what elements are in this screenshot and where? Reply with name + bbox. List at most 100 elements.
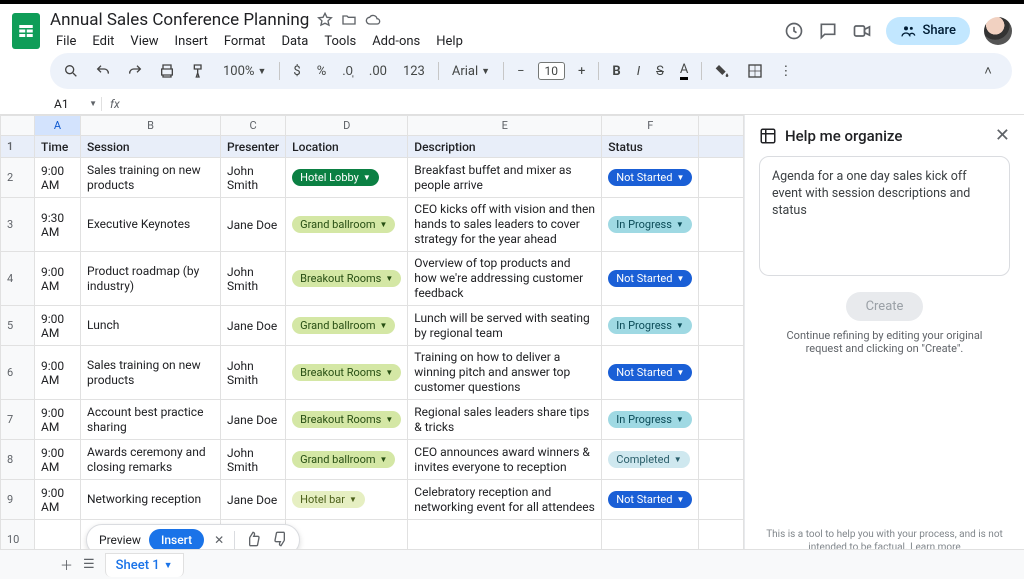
menu-data[interactable]: Data: [275, 32, 314, 51]
cell-location[interactable]: Grand ballroom ▼: [286, 306, 408, 346]
search-menus-icon[interactable]: [60, 61, 82, 81]
cell-presenter[interactable]: John Smith: [221, 440, 286, 480]
table-header-row[interactable]: 1 Time Session Presenter Location Descri…: [1, 136, 744, 158]
menu-edit[interactable]: Edit: [86, 32, 120, 51]
row-number[interactable]: 3: [1, 198, 35, 252]
menu-tools[interactable]: Tools: [318, 32, 362, 51]
cell-presenter[interactable]: Jane Doe: [221, 480, 286, 520]
row-number[interactable]: 4: [1, 252, 35, 306]
cell-presenter[interactable]: John Smith: [221, 346, 286, 400]
menu-help[interactable]: Help: [430, 32, 469, 51]
cell-session[interactable]: Product roadmap (by industry): [81, 252, 221, 306]
hdr-status[interactable]: Status: [602, 136, 699, 158]
cell-status[interactable]: In Progress ▼: [602, 198, 699, 252]
undo-icon[interactable]: [92, 61, 114, 81]
location-chip[interactable]: Hotel bar ▼: [292, 491, 365, 508]
status-chip[interactable]: Not Started ▼: [608, 491, 692, 508]
sheets-logo[interactable]: [12, 13, 40, 49]
cell-status[interactable]: In Progress ▼: [602, 306, 699, 346]
row-number[interactable]: 9: [1, 480, 35, 520]
hdr-presenter[interactable]: Presenter: [221, 136, 286, 158]
location-chip[interactable]: Grand ballroom ▼: [292, 451, 395, 468]
cell-description[interactable]: Overview of top products and how we're a…: [408, 252, 602, 306]
cell-time[interactable]: 9:00 AM: [35, 480, 81, 520]
col-header-D[interactable]: D: [286, 116, 408, 136]
share-button[interactable]: Share: [886, 17, 970, 45]
table-row[interactable]: 59:00 AMLunchJane DoeGrand ballroom ▼Lun…: [1, 306, 744, 346]
cell-location[interactable]: Breakout Rooms ▼: [286, 400, 408, 440]
thumbs-down-icon[interactable]: [271, 531, 291, 550]
row-number[interactable]: 6: [1, 346, 35, 400]
add-sheet-icon[interactable]: ＋: [60, 555, 73, 574]
location-chip[interactable]: Hotel Lobby ▼: [292, 169, 379, 186]
italic-icon[interactable]: I: [634, 62, 643, 81]
cell-description[interactable]: CEO kicks off with vision and then hands…: [408, 198, 602, 252]
text-color-icon[interactable]: A: [677, 60, 691, 82]
table-row[interactable]: 99:00 AMNetworking receptionJane DoeHote…: [1, 480, 744, 520]
cell-session[interactable]: Account best practice sharing: [81, 400, 221, 440]
hdr-session[interactable]: Session: [81, 136, 221, 158]
meet-icon[interactable]: [852, 21, 872, 41]
cell-time[interactable]: 9:00 AM: [35, 158, 81, 198]
location-chip[interactable]: Breakout Rooms ▼: [292, 364, 401, 381]
table-row[interactable]: 39:30 AMExecutive KeynotesJane DoeGrand …: [1, 198, 744, 252]
percent-icon[interactable]: %: [314, 62, 330, 81]
table-row[interactable]: 29:00 AMSales training on new productsJo…: [1, 158, 744, 198]
table-row[interactable]: 49:00 AMProduct roadmap (by industry)Joh…: [1, 252, 744, 306]
collapse-toolbar-icon[interactable]: ˄: [974, 57, 1002, 85]
menu-addons[interactable]: Add-ons: [366, 32, 426, 51]
col-header-C[interactable]: C: [221, 116, 286, 136]
cell-location[interactable]: Hotel Lobby ▼: [286, 158, 408, 198]
cell-location[interactable]: Breakout Rooms ▼: [286, 346, 408, 400]
preview-button[interactable]: Preview: [99, 533, 141, 547]
more-toolbar-icon[interactable]: ⋮: [776, 62, 795, 81]
cell-presenter[interactable]: John Smith: [221, 158, 286, 198]
redo-icon[interactable]: [124, 61, 146, 81]
status-chip[interactable]: Not Started ▼: [608, 169, 692, 186]
cell-description[interactable]: Regional sales leaders share tips & tric…: [408, 400, 602, 440]
close-suggestion-icon[interactable]: ✕: [212, 533, 226, 547]
menu-view[interactable]: View: [124, 32, 164, 51]
cloud-icon[interactable]: [365, 12, 381, 28]
strikethrough-icon[interactable]: S: [653, 62, 667, 81]
location-chip[interactable]: Breakout Rooms ▼: [292, 411, 401, 428]
font-size-input[interactable]: 10: [538, 62, 566, 80]
cell-description[interactable]: Breakfast buffet and mixer as people arr…: [408, 158, 602, 198]
close-panel-icon[interactable]: ✕: [995, 125, 1010, 146]
hdr-description[interactable]: Description: [408, 136, 602, 158]
cell-presenter[interactable]: John Smith: [221, 252, 286, 306]
status-chip[interactable]: In Progress ▼: [608, 317, 692, 334]
status-chip[interactable]: Not Started ▼: [608, 270, 692, 287]
name-box[interactable]: A1 ▼: [50, 97, 102, 111]
font-size-decrease[interactable]: −: [514, 62, 527, 81]
account-avatar[interactable]: [984, 17, 1012, 45]
all-sheets-icon[interactable]: ☰: [83, 557, 95, 572]
cell-time[interactable]: 9:00 AM: [35, 252, 81, 306]
prompt-textarea[interactable]: Agenda for a one day sales kick off even…: [759, 156, 1010, 276]
bold-icon[interactable]: B: [609, 62, 623, 81]
cell-session[interactable]: Executive Keynotes: [81, 198, 221, 252]
col-header-B[interactable]: B: [81, 116, 221, 136]
folder-icon[interactable]: [341, 12, 357, 28]
document-title[interactable]: Annual Sales Conference Planning: [50, 10, 309, 30]
cell-session[interactable]: Awards ceremony and closing remarks: [81, 440, 221, 480]
cell-session[interactable]: Lunch: [81, 306, 221, 346]
cell-description[interactable]: Training on how to deliver a winning pit…: [408, 346, 602, 400]
cell-location[interactable]: Breakout Rooms ▼: [286, 252, 408, 306]
cell-presenter[interactable]: Jane Doe: [221, 306, 286, 346]
print-icon[interactable]: [156, 61, 178, 81]
status-chip[interactable]: Completed ▼: [608, 451, 689, 468]
location-chip[interactable]: Grand ballroom ▼: [292, 317, 395, 334]
menu-file[interactable]: File: [50, 32, 82, 51]
col-header-F[interactable]: F: [602, 116, 699, 136]
location-chip[interactable]: Grand ballroom ▼: [292, 216, 395, 233]
sheet-tab-1[interactable]: Sheet 1 ▼: [105, 553, 184, 577]
cell-status[interactable]: Not Started ▼: [602, 480, 699, 520]
cell-description[interactable]: Lunch will be served with seating by reg…: [408, 306, 602, 346]
cell-time[interactable]: 9:00 AM: [35, 306, 81, 346]
font-select[interactable]: Arial▼: [449, 62, 493, 81]
row-number[interactable]: 7: [1, 400, 35, 440]
cell-presenter[interactable]: Jane Doe: [221, 400, 286, 440]
cell-description[interactable]: Celebratory reception and networking eve…: [408, 480, 602, 520]
borders-icon[interactable]: [744, 61, 766, 81]
